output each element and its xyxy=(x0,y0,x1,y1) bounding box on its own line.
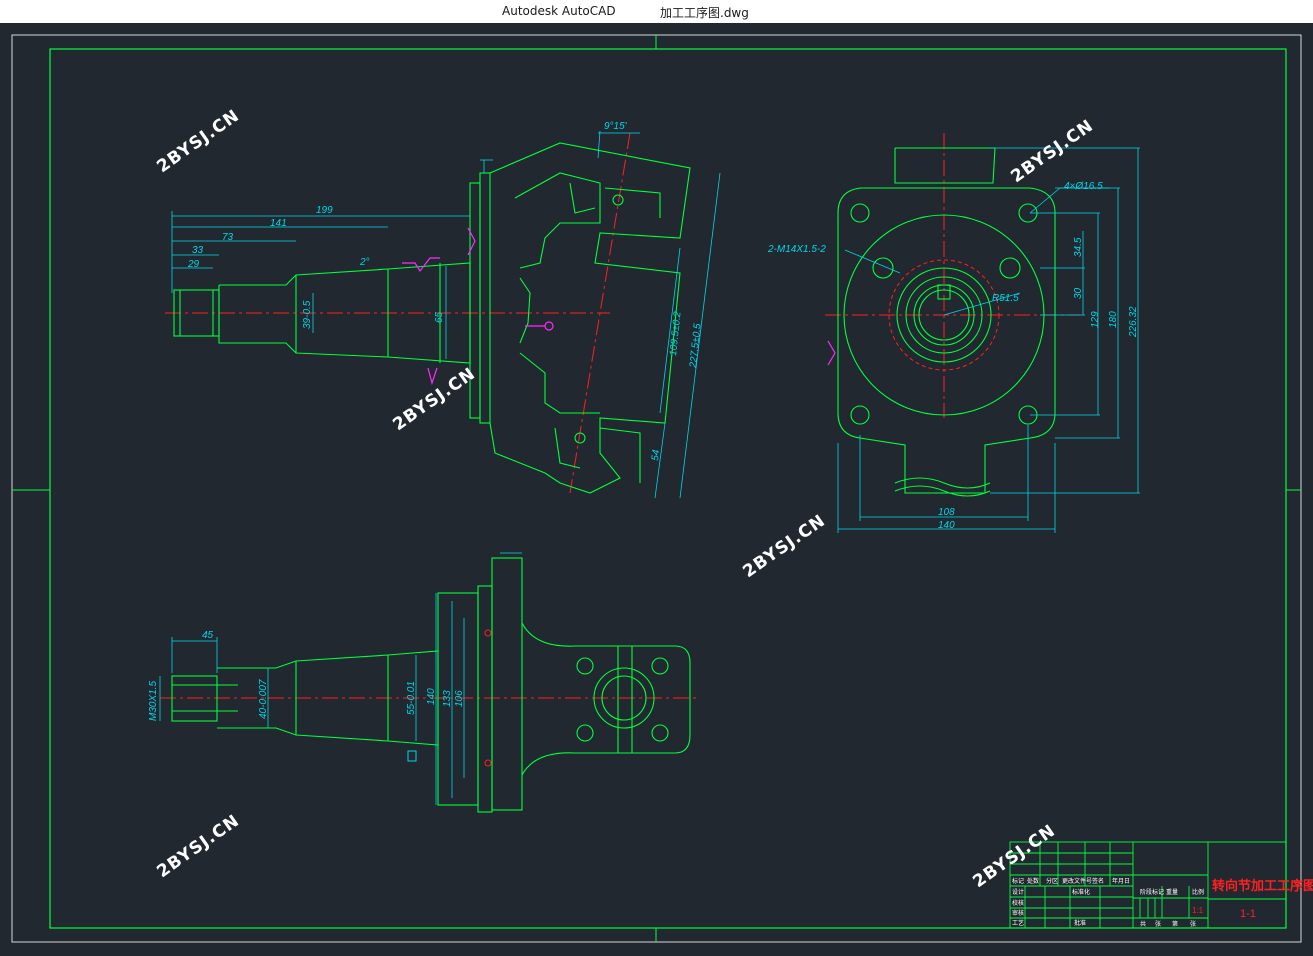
tb-label: 张 xyxy=(1190,920,1196,928)
tb-label: 第 xyxy=(1172,920,1178,928)
tb-label: 阶段标记 xyxy=(1140,888,1164,896)
dim-label: 54 xyxy=(650,449,662,462)
bottom-view[interactable]: 45 M30X1.5 40-0.007 55-0.01 140 133 106 xyxy=(148,552,700,813)
dim-label: 133 xyxy=(442,690,453,707)
front-view[interactable]: 199 141 73 33 29 2° 39-0.5 65 109.5±0.2 … xyxy=(165,121,721,499)
dim-label: 141 xyxy=(270,218,287,229)
cad-drawing[interactable]: 199 141 73 33 29 2° 39-0.5 65 109.5±0.2 … xyxy=(0,23,1313,952)
dim-label: 129 xyxy=(1090,311,1101,328)
dim-label: 140 xyxy=(938,520,955,531)
dim-label: 55-0.01 xyxy=(406,681,417,715)
dim-label: 33 xyxy=(192,245,204,256)
title-block[interactable]: 转向节加工工序图 1-1 1:1 标记 设计 校核 审核 工艺 处数 分区 更改… xyxy=(1009,841,1313,929)
tb-label: 设计 xyxy=(1012,888,1024,896)
dim-label: 180 xyxy=(1108,311,1119,328)
dim-label: 40-0.007 xyxy=(258,679,269,719)
dim-label: R51.5 xyxy=(992,293,1019,304)
dim-label: 34.5 xyxy=(1073,237,1084,257)
dim-label: 108 xyxy=(938,507,955,518)
file-name: 加工工序图.dwg xyxy=(660,6,749,20)
tb-label: 审核 xyxy=(1012,909,1024,917)
tb-label: 工艺 xyxy=(1012,919,1024,927)
dim-label: 45 xyxy=(202,630,214,641)
watermarks: 2BYSJ.CN 2BYSJ.CN 2BYSJ.CN 2BYSJ.CN 2BYS… xyxy=(153,106,1097,892)
dim-label: 226.32 xyxy=(1128,306,1139,338)
dim-label: 39-0.5 xyxy=(302,300,313,329)
tb-header: 处数 xyxy=(1027,877,1039,885)
dim-label: 73 xyxy=(222,232,234,243)
scale-value: 1:1 xyxy=(1192,906,1204,915)
watermark-logo: 2BYSJ.CN xyxy=(1007,116,1097,187)
window-titlebar: Autodesk AutoCAD 加工工序图.dwg xyxy=(0,0,1313,23)
tb-label: 共 xyxy=(1140,920,1146,928)
tb-label: 批准 xyxy=(1074,919,1086,927)
dim-label: 30 xyxy=(1073,287,1084,299)
dim-label: 29 xyxy=(187,259,200,270)
watermark-logo: 2BYSJ.CN xyxy=(153,811,243,882)
tb-label: 标记 xyxy=(1012,877,1024,885)
surface-symbol xyxy=(827,340,836,366)
tb-label: 标准化 xyxy=(1072,888,1090,896)
sheet-number: 1-1 xyxy=(1240,908,1256,920)
tb-label: 张 xyxy=(1155,920,1161,928)
watermark-logo: 2BYSJ.CN xyxy=(739,511,829,582)
tb-label: 重量 xyxy=(1166,888,1178,896)
mark xyxy=(484,629,492,637)
tb-header: 年月日 xyxy=(1112,877,1130,885)
tb-label: 比例 xyxy=(1192,888,1204,896)
dim-label: 9°15' xyxy=(604,121,628,132)
dim-label: 109.5±0.2 xyxy=(668,311,684,357)
tb-label: 校核 xyxy=(1012,899,1024,907)
dim-label: 4×Ø16.5 xyxy=(1064,181,1103,192)
dim-label: 140 xyxy=(426,688,437,705)
datum-box xyxy=(407,750,417,762)
tb-header: 更改文件号 xyxy=(1062,877,1092,885)
app-title: Autodesk AutoCAD xyxy=(502,4,616,18)
part-title: 转向节加工工序图 xyxy=(1212,878,1313,893)
tb-header: 分区 xyxy=(1046,877,1058,885)
drawing-canvas[interactable]: 199 141 73 33 29 2° 39-0.5 65 109.5±0.2 … xyxy=(0,23,1313,952)
dim-label: 2-M14X1.5-2 xyxy=(767,244,826,255)
dim-label: 65 xyxy=(434,311,445,323)
side-view[interactable]: 4×Ø16.5 2-M14X1.5-2 R51.5 34.5 30 129 18… xyxy=(767,133,1140,533)
tb-header: 签名 xyxy=(1092,877,1104,885)
dim-label: 227.5±0.5 xyxy=(688,323,704,370)
dim-label: 106 xyxy=(454,690,465,707)
dim-label: M30X1.5 xyxy=(148,681,159,721)
watermark-logo: 2BYSJ.CN xyxy=(153,106,243,177)
mark xyxy=(484,759,492,767)
dim-label: 199 xyxy=(316,205,333,216)
dim-label: 2° xyxy=(359,257,370,268)
